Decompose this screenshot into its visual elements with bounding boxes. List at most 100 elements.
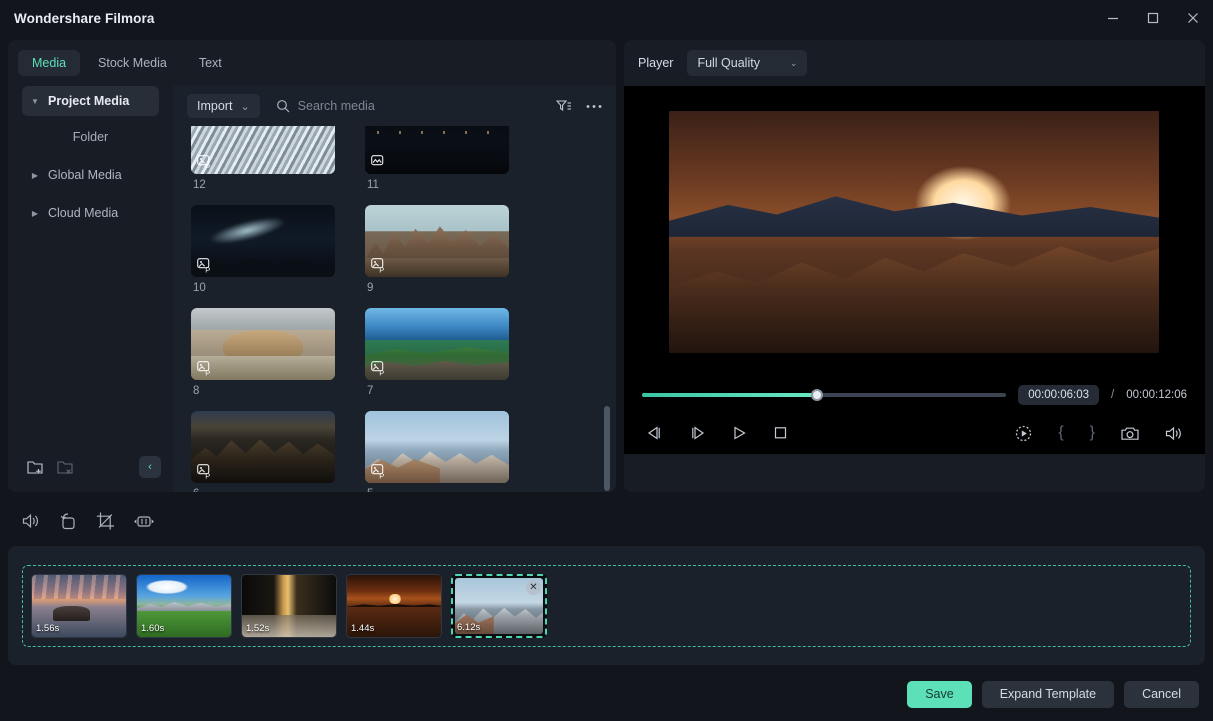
media-item[interactable]: P 10: [191, 205, 335, 294]
timeline-clip[interactable]: 1.44s: [346, 574, 442, 638]
media-thumbnail[interactable]: [365, 126, 509, 174]
media-item[interactable]: 11: [365, 126, 509, 191]
current-timecode[interactable]: 00:00:06:03: [1018, 385, 1100, 405]
media-thumbnail-selected[interactable]: P: [365, 411, 509, 483]
media-grid-scrollbar[interactable]: [604, 406, 610, 491]
mute-icon[interactable]: [22, 513, 41, 529]
clip-tools-toolbar: [8, 502, 208, 540]
play-icon[interactable]: [732, 426, 747, 440]
timeline-clip-selected[interactable]: 6.12s ✕: [451, 574, 547, 638]
timeline-drop-zone[interactable]: 1.56s 1.60s 1.52s 1.44s 6.12s ✕: [22, 565, 1191, 647]
tab-media[interactable]: Media: [18, 50, 81, 76]
media-grid-toolbar: Import ⌄: [173, 86, 616, 126]
timecode-separator: /: [1111, 389, 1115, 401]
stop-icon[interactable]: [773, 426, 788, 440]
title-bar: Wondershare Filmora: [0, 0, 1213, 36]
media-thumbnail[interactable]: P: [191, 205, 335, 277]
tab-stock-media[interactable]: Stock Media: [84, 50, 181, 76]
media-thumbnail[interactable]: P: [191, 308, 335, 380]
media-item[interactable]: P 9: [365, 205, 509, 294]
svg-text:P: P: [379, 265, 384, 273]
photo-badge-icon: P: [197, 258, 214, 273]
collapse-panel-icon[interactable]: ‹: [139, 456, 161, 478]
save-button[interactable]: Save: [907, 680, 972, 708]
media-item-label: 5: [365, 488, 509, 492]
sidebar-item-label: Global Media: [48, 168, 122, 182]
photo-badge-icon: P: [371, 361, 388, 376]
media-thumbnail[interactable]: P: [365, 308, 509, 380]
media-item[interactable]: P 7: [365, 308, 509, 397]
media-item[interactable]: P 5: [365, 411, 509, 492]
search-media: [276, 99, 478, 113]
player-extra-controls: { }: [1015, 424, 1183, 442]
media-grid-scroll[interactable]: P 12 11 P 10 P 9 P 8 P 7 P P: [173, 126, 616, 492]
playback-buttons: { }: [624, 414, 1205, 452]
timeline-clip[interactable]: 1.52s: [241, 574, 337, 638]
delete-folder-icon[interactable]: [50, 454, 80, 480]
svg-text:P: P: [205, 471, 210, 479]
sidebar-item-folder[interactable]: Folder: [22, 124, 159, 150]
sidebar-item-project-media[interactable]: ▼ Project Media: [22, 86, 159, 116]
media-thumbnail[interactable]: P: [191, 411, 335, 483]
close-button[interactable]: [1173, 0, 1213, 36]
media-item[interactable]: P 6: [191, 411, 335, 492]
clip-duration: 6.12s: [457, 622, 481, 633]
cancel-button[interactable]: Cancel: [1124, 680, 1199, 708]
timeline-clip[interactable]: 1.60s: [136, 574, 232, 638]
chevron-down-icon: ▼: [31, 96, 39, 106]
rotate-icon[interactable]: [59, 512, 78, 530]
mark-in-icon[interactable]: {: [1058, 424, 1063, 442]
next-frame-icon[interactable]: [689, 426, 706, 440]
photo-badge-icon: P: [371, 258, 388, 273]
seek-bar[interactable]: [642, 389, 1007, 401]
seek-row: 00:00:06:03 / 00:00:12:06: [624, 376, 1205, 414]
media-thumbnail[interactable]: P: [365, 205, 509, 277]
media-item-label: 8: [193, 385, 200, 397]
quality-value: Full Quality: [697, 56, 760, 70]
filmora-window: Wondershare Filmora Media Stock Media Te…: [0, 0, 1213, 721]
new-folder-icon[interactable]: [20, 454, 50, 480]
clip-duration: 1.44s: [351, 623, 375, 634]
snapshot-icon[interactable]: [1121, 426, 1139, 441]
trim-icon[interactable]: [133, 514, 155, 529]
svg-text:P: P: [205, 162, 210, 170]
timeline-clip[interactable]: 1.56s: [31, 574, 127, 638]
render-preview-icon[interactable]: [1015, 425, 1032, 442]
volume-icon[interactable]: [1165, 426, 1183, 441]
media-panel: Media Stock Media Text ▼ Project Media F…: [8, 40, 616, 492]
app-title: Wondershare Filmora: [14, 10, 155, 26]
media-item-label: 6: [191, 488, 335, 492]
maximize-button[interactable]: [1133, 0, 1173, 36]
search-input[interactable]: [297, 99, 478, 113]
quality-select[interactable]: Full Quality ⌄: [687, 50, 808, 76]
sidebar-item-global-media[interactable]: ▶ Global Media: [22, 160, 159, 190]
more-options-icon[interactable]: [586, 104, 602, 109]
minimize-button[interactable]: [1093, 0, 1133, 36]
total-timecode: 00:00:12:06: [1126, 389, 1187, 401]
clip-duration: 1.60s: [141, 623, 165, 634]
photo-badge-icon: P: [197, 155, 214, 170]
media-thumbnail[interactable]: P: [191, 126, 335, 174]
photo-badge-icon: [371, 155, 388, 170]
seek-handle[interactable]: [810, 389, 823, 401]
tab-text[interactable]: Text: [185, 50, 236, 76]
remove-clip-icon[interactable]: ✕: [526, 580, 541, 595]
chevron-down-icon: ⌄: [789, 57, 798, 68]
previous-frame-icon[interactable]: [646, 426, 663, 440]
media-item[interactable]: P 12: [191, 126, 335, 191]
chevron-right-icon: ▶: [31, 208, 39, 218]
sidebar-item-cloud-media[interactable]: ▶ Cloud Media: [22, 198, 159, 228]
photo-badge-icon: P: [371, 464, 388, 479]
expand-template-button[interactable]: Expand Template: [981, 680, 1115, 708]
photo-badge-icon: P: [197, 464, 214, 479]
media-tabs: Media Stock Media Text: [8, 40, 616, 86]
svg-text:P: P: [205, 368, 210, 376]
svg-text:P: P: [379, 368, 384, 376]
import-button[interactable]: Import ⌄: [187, 94, 260, 118]
mark-out-icon[interactable]: }: [1090, 424, 1095, 442]
media-item[interactable]: P 8: [191, 308, 335, 397]
clip-duration: 1.56s: [36, 623, 60, 634]
crop-icon[interactable]: [96, 512, 115, 530]
preview-stage[interactable]: 00:00:06:03 / 00:00:12:06 {}: [624, 86, 1205, 454]
filter-icon[interactable]: [556, 99, 572, 113]
